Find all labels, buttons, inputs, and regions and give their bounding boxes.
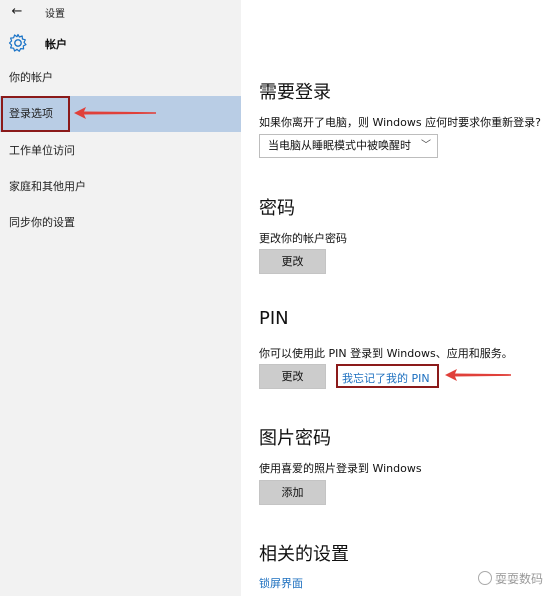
watermark-text: 耍耍数码 [494,572,543,586]
require-signin-description: 如果你离开了电脑，则 Windows 应何时要求你重新登录? [259,116,541,129]
title-bar: ← 设置 [0,0,241,24]
gear-icon [8,33,27,52]
sidebar-item-sync-settings[interactable]: 同步你的设置 [0,205,241,241]
section-title-require-signin: 需要登录 [259,82,331,103]
lock-screen-link[interactable]: 锁屏界面 [259,575,303,591]
watermark-logo-icon [477,571,492,585]
page-header: 帐户 [0,30,241,56]
watermark: 耍耍数码 [477,570,543,587]
annotation-arrow-icon [445,369,511,381]
main-content: 需要登录 如果你离开了电脑，则 Windows 应何时要求你重新登录? 当电脑从… [241,0,553,596]
annotation-highlight-box [336,364,439,388]
section-title-picture-password: 图片密码 [259,428,331,449]
picture-password-add-button[interactable]: 添加 [259,480,326,505]
sidebar-item-work-access[interactable]: 工作单位访问 [0,133,241,169]
app-title: 设置 [45,9,65,20]
sidebar: ← 设置 帐户 你的帐户 登录选项 工作单位访问 家庭和其他用户 同步你的设置 [0,0,241,596]
annotation-arrow-icon [74,107,156,119]
sidebar-item-your-account[interactable]: 你的帐户 [0,60,241,96]
annotation-highlight-box [1,96,70,132]
section-title-password: 密码 [259,198,295,219]
back-arrow-icon[interactable]: ← [8,4,26,20]
pin-change-button[interactable]: 更改 [259,364,326,389]
sidebar-item-family-users[interactable]: 家庭和其他用户 [0,169,241,205]
header-title: 帐户 [45,38,67,51]
picture-password-description: 使用喜爱的照片登录到 Windows [259,462,422,475]
section-title-pin: PIN [259,308,289,329]
require-signin-dropdown[interactable]: 当电脑从睡眠模式中被唤醒时 ﹀ [259,134,438,158]
password-change-button[interactable]: 更改 [259,249,326,274]
section-title-related-settings: 相关的设置 [259,544,349,565]
password-description: 更改你的帐户密码 [259,232,347,245]
pin-description: 你可以使用此 PIN 登录到 Windows、应用和服务。 [259,347,513,360]
chevron-down-icon: ﹀ [421,140,431,151]
dropdown-value: 当电脑从睡眠模式中被唤醒时 [268,139,411,152]
